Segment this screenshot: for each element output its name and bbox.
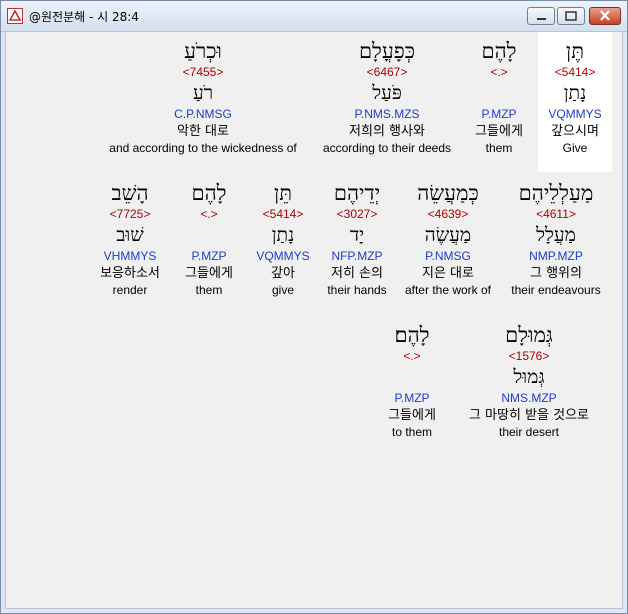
korean-gloss: 지은 대로 [422,266,474,281]
morphology-code: P.MZP [481,107,517,121]
morphology-code: NMS.MZP [501,391,557,405]
hebrew-word: כְּפָעֳלָם [358,39,416,63]
maximize-button[interactable] [557,7,585,25]
english-gloss: their hands [327,283,387,297]
korean-gloss: 갚아 [271,266,295,281]
lemma: נָתַן [271,224,295,246]
close-icon [600,10,610,21]
morphology-code: VQMMYS [548,107,602,121]
app-window: @원전분해 - 시 28:4 וּכְרֹעַ <7455> רֹעַ C.P.… [0,0,628,614]
korean-gloss: 그 마땅히 받을 것으로 [468,408,590,423]
english-gloss: them [195,283,223,297]
morphology-code: P.MZP [191,249,227,263]
strong-number[interactable]: <3027> [320,206,394,222]
word-block[interactable]: גְּמוּלָם <1576> גְּמוּל NMS.MZP 그 마땅히 받… [454,322,604,440]
strong-number[interactable]: <.> [174,206,244,222]
hebrew-word: תֶּן [565,39,585,63]
lemma: נָתַן [563,82,587,104]
english-gloss: give [271,283,294,297]
english-gloss: according to their deeds [322,141,452,155]
english-gloss: after the work of [404,283,492,297]
english-gloss: to them [391,425,433,439]
morphology-code: P.NMSG [425,249,471,263]
interlinear-view[interactable]: וּכְרֹעַ <7455> רֹעַ C.P.NMSG 악한 대로 and … [5,31,623,609]
word-block[interactable]: לָהֶם <.> P.MZP 그들에게 them [466,38,532,156]
lemma: מַעֲלָל [536,224,576,246]
word-block[interactable]: מַעַלְלֵיהֶם <4611> מַעֲלָל NMP.MZP 그 행위… [502,180,610,298]
word-block[interactable]: לָהֶם <.> P.MZP 그들에게 them [174,180,244,298]
strong-number[interactable]: <4611> [502,206,610,222]
strong-number[interactable]: <4639> [398,206,498,222]
strong-number[interactable]: <5414> [248,206,318,222]
maximize-icon [565,11,577,21]
word-block-selected[interactable]: תֶּן <5414> נָתַן VQMMYS 갚으시며 Give [538,32,612,172]
hebrew-word: כְּמַעֲשֵׂה [417,181,479,205]
english-gloss: their endeavours [511,283,601,297]
title-bar[interactable]: @원전분해 - 시 28:4 [1,1,627,32]
word-block[interactable]: הָשֵׁב <7725> שׁוּב VHMMYS 보응하소서 render [90,180,170,298]
english-gloss: Give [562,141,588,155]
app-logo-icon [7,8,23,24]
lemma: יָד [349,224,365,246]
strong-number[interactable]: <5414> [538,64,612,80]
korean-gloss: 저희의 행사와 [349,124,425,139]
korean-gloss: 악한 대로 [177,124,229,139]
korean-gloss: 저히 손의 [331,266,383,281]
morphology-code: NFP.MZP [331,249,383,263]
window-title: @원전분해 - 시 28:4 [29,10,139,24]
strong-number[interactable]: <7725> [90,206,170,222]
hebrew-word: הָשֵׁב [111,181,149,205]
lemma: מַעֲשֶׂה [424,224,472,246]
english-gloss: and according to the wickedness of [109,141,297,155]
strong-number[interactable]: <1576> [454,348,604,364]
hebrew-word: תֵּן [273,181,293,205]
word-block[interactable]: כְּפָעֳלָם <6467> פֹּעַל P.NMS.MZS 저희의 행… [314,38,460,156]
strong-number[interactable]: <.> [466,64,532,80]
strong-number[interactable]: <6467> [314,64,460,80]
hebrew-word: גְּמוּלָם [505,323,553,347]
lemma [376,364,448,390]
morphology-code: C.P.NMSG [174,107,232,121]
morphology-code: P.NMS.MZS [354,107,420,121]
english-gloss: them [485,141,513,155]
hebrew-word: לָהֶם [191,181,227,205]
hebrew-word: וּכְרֹעַ [184,39,222,63]
lemma: גְּמוּל [513,366,545,388]
hebrew-word: מַעַלְלֵיהֶם [518,181,594,205]
word-block[interactable]: כְּמַעֲשֵׂה <4639> מַעֲשֶׂה P.NMSG 지은 대로… [398,180,498,298]
english-gloss: render [112,283,148,297]
morphology-code: P.MZP [394,391,430,405]
word-block[interactable]: וּכְרֹעַ <7455> רֹעַ C.P.NMSG 악한 대로 and … [96,38,310,156]
strong-number[interactable]: <7455> [96,64,310,80]
korean-gloss: 그 행위의 [530,266,582,281]
minimize-icon [537,18,546,20]
morphology-code: VHMMYS [103,249,157,263]
hebrew-word: לָהֶם׃ [394,323,430,347]
word-block[interactable]: תֵּן <5414> נָתַן VQMMYS 갚아 give [248,180,318,298]
word-block[interactable]: לָהֶם׃ <.> P.MZP 그들에게 to them [376,322,448,440]
korean-gloss: 갚으시며 [551,124,599,139]
morphology-code: VQMMYS [256,249,310,263]
lemma: שׁוּב [116,224,144,246]
word-block[interactable]: יְדֵיהֶם <3027> יָד NFP.MZP 저히 손의 their … [320,180,394,298]
close-button[interactable] [589,7,621,25]
strong-number[interactable]: <.> [376,348,448,364]
morphology-code: NMP.MZP [529,249,583,263]
lemma: רֹעַ [192,82,214,104]
hebrew-word: לָהֶם [481,39,517,63]
korean-gloss: 그들에게 [185,266,233,281]
korean-gloss: 보응하소서 [100,266,160,281]
lemma [174,222,244,248]
lemma [466,80,532,106]
lemma: פֹּעַל [372,82,402,104]
minimize-button[interactable] [527,7,555,25]
hebrew-word: יְדֵיהֶם [333,181,381,205]
korean-gloss: 그들에게 [388,408,436,423]
english-gloss: their desert [498,425,560,439]
korean-gloss: 그들에게 [475,124,523,139]
